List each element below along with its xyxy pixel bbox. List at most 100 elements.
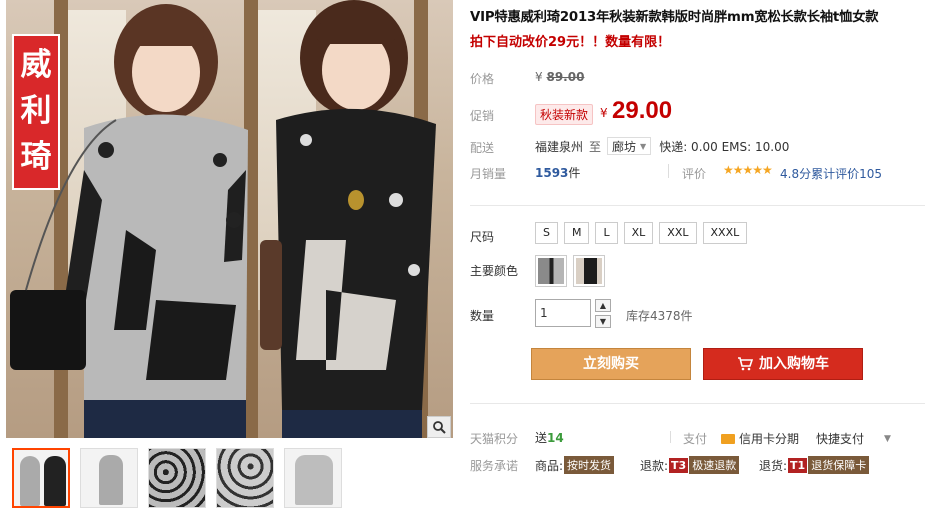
chevron-down-icon: ▼ (884, 433, 891, 444)
color-options (535, 255, 605, 287)
print-spot (98, 142, 114, 158)
promo-label: 促销 (470, 109, 495, 123)
shipping-info: 福建泉州 至 廊坊 ▼ 快递: 0.00 EMS: 10.00 (535, 137, 789, 155)
color-label: 主要颜色 (470, 264, 519, 278)
add-to-cart-button[interactable]: 加入购物车 (703, 348, 863, 380)
swatch-image (538, 258, 564, 284)
right-model-jeans (282, 410, 422, 438)
credit-installment-label: 信用卡分期 (739, 432, 800, 446)
size-option[interactable]: XXL (659, 222, 697, 244)
rating-stars: ★★★★★ (723, 163, 773, 177)
print-spot (389, 193, 403, 207)
quantity-label: 数量 (470, 309, 495, 323)
rating-label: 评价 (682, 167, 707, 181)
product-subtitle: 拍下自动改价29元！！数量有限！ (470, 35, 671, 50)
quantity-increase-button[interactable]: ▲ (595, 299, 611, 312)
right-model-bangs (316, 22, 396, 44)
swatch-image (576, 258, 602, 284)
size-option[interactable]: S (535, 222, 558, 244)
service-tag: 按时发货 (564, 456, 615, 474)
points-prefix: 送 (535, 431, 548, 445)
thumbnail[interactable] (12, 448, 70, 508)
thumbnail[interactable] (148, 448, 206, 508)
quantity-decrease-button[interactable]: ▼ (595, 315, 611, 328)
original-price-value: 89.00 (546, 70, 585, 84)
service-key: 退款: (640, 458, 669, 473)
ship-from: 福建泉州 (535, 139, 584, 154)
magnifier-icon (433, 421, 446, 434)
brown-handbag (260, 240, 282, 350)
points-value: 14 (547, 431, 564, 445)
print-spot (213, 153, 227, 167)
shipping-fee: 快递: 0.00 EMS: 10.00 (659, 139, 790, 154)
thumbnail[interactable] (80, 448, 138, 508)
add-to-cart-label: 加入购物车 (759, 356, 829, 372)
payment-label: 支付 (683, 432, 708, 446)
service-on-time-ship[interactable]: 商品: 按时发货 (535, 456, 615, 474)
quick-pay-dropdown[interactable]: 快捷支付 ▼ (816, 430, 891, 447)
size-option[interactable]: L (595, 222, 618, 244)
print-spot (408, 264, 420, 276)
original-price: ¥ 89.00 (535, 70, 584, 84)
sales-count: 1593 (535, 166, 569, 180)
promo-tag: 秋装新款 (535, 104, 594, 125)
size-options: S M L XL XXL XXXL (535, 222, 748, 244)
points-label: 天猫积分 (470, 432, 519, 446)
zoom-button[interactable] (427, 416, 451, 438)
size-option[interactable]: XXXL (702, 222, 748, 244)
shipping-label: 配送 (470, 141, 495, 155)
size-option[interactable]: XL (623, 222, 654, 244)
stock-count: 库存4378件 (626, 309, 693, 323)
city-select[interactable]: 廊坊 ▼ (607, 137, 652, 155)
price-label: 价格 (470, 72, 495, 86)
credit-card-icon (721, 433, 735, 444)
owl-pendant (348, 190, 364, 210)
brand-char: 琦 (20, 139, 52, 175)
quick-pay-label: 快捷支付 (816, 432, 865, 446)
brand-banner: 威 利 琦 (12, 34, 60, 190)
currency-symbol: ¥ (600, 106, 608, 120)
thumbnail[interactable] (284, 448, 342, 508)
buy-now-button[interactable]: 立刻购买 (531, 348, 691, 380)
ship-to-word: 至 (589, 139, 602, 154)
sales-label: 月销量 (470, 167, 507, 181)
color-swatch-gray[interactable] (535, 255, 567, 287)
divider (668, 164, 669, 178)
service-fast-refund[interactable]: 退款: T3 极速退款 (640, 456, 740, 474)
main-product-image[interactable]: 威 利 琦 (6, 0, 453, 438)
service-tag: 退货保障卡 (808, 456, 870, 474)
chevron-down-icon: ▼ (640, 141, 647, 151)
cart-icon (738, 357, 753, 371)
sales-unit: 件 (568, 166, 581, 180)
service-badge: T1 (788, 457, 808, 473)
models-illustration (10, 0, 436, 438)
color-swatch-black[interactable] (573, 255, 605, 287)
promo-price: 29.00 (612, 97, 673, 124)
left-model-jeans (84, 400, 246, 438)
city-value: 廊坊 (612, 139, 637, 154)
service-label: 服务承诺 (470, 459, 519, 473)
currency-symbol: ¥ (535, 70, 543, 84)
monthly-sales: 1593件 (535, 164, 580, 181)
divider (670, 431, 671, 443)
points-info: 送14 (535, 429, 564, 446)
size-label: 尺码 (470, 230, 495, 244)
product-gallery: 威 利 琦 (0, 0, 455, 521)
service-key: 退货: (759, 458, 788, 473)
rating-summary-link[interactable]: 4.8分累计评价105 (780, 165, 882, 182)
service-return-card[interactable]: 退货: T1 退货保障卡 (759, 456, 870, 474)
left-model-bangs (128, 22, 204, 46)
quantity-input[interactable] (535, 299, 591, 327)
product-title: VIP特惠威利琦2013年秋装新款韩版时尚胖mm宽松长款长袖t恤女款 (470, 10, 879, 25)
right-model-dress (276, 108, 436, 417)
credit-installment-link[interactable]: 信用卡分期 (721, 430, 799, 447)
size-option[interactable]: M (563, 222, 590, 244)
brand-char: 威 (20, 47, 52, 83)
brand-char: 利 (20, 93, 52, 129)
service-key: 商品: (535, 458, 564, 473)
thumbnail[interactable] (216, 448, 274, 508)
thumbnail-strip (12, 448, 342, 512)
service-tag: 极速退款 (689, 456, 740, 474)
section-divider (470, 205, 925, 206)
service-badge: T3 (669, 457, 689, 473)
